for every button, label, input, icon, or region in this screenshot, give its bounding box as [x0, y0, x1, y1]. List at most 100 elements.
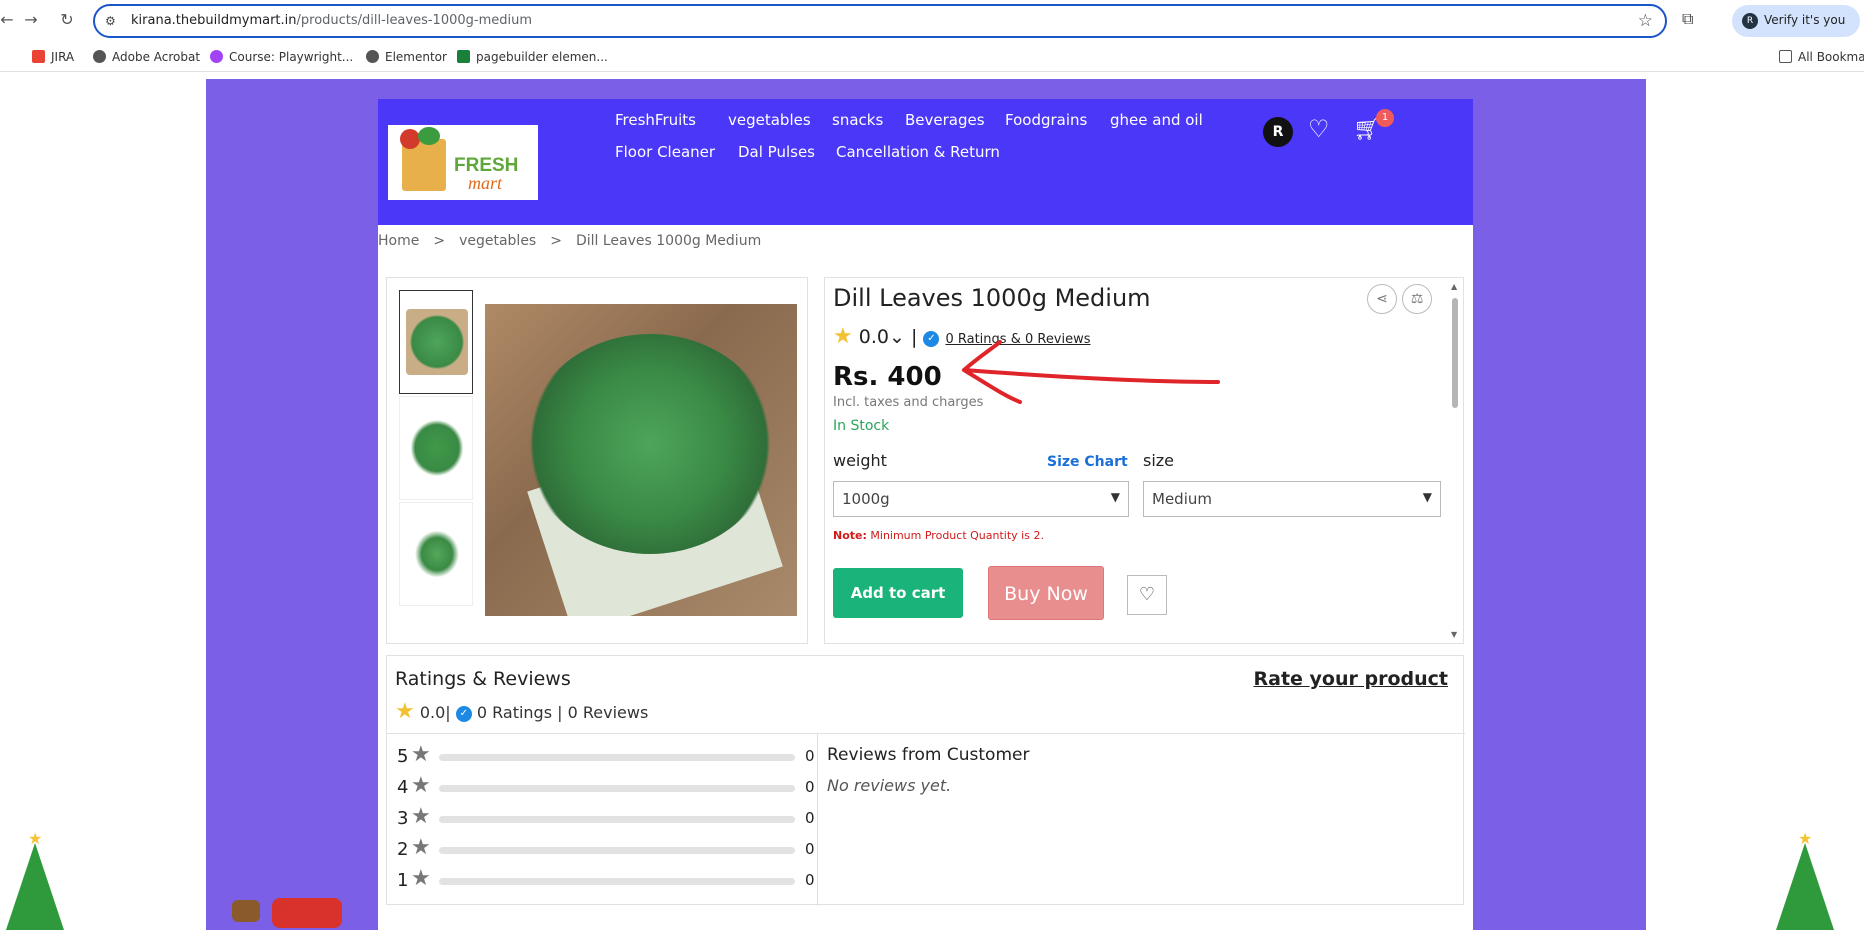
star-icon: ★: [395, 699, 415, 724]
course-icon: [210, 50, 223, 63]
profile-avatar: R: [1742, 13, 1758, 29]
min-quantity-note: Note: Minimum Product Quantity is 2.: [833, 529, 1044, 542]
star-icon: ★: [833, 324, 853, 349]
rating-count: 0: [805, 840, 815, 858]
forward-icon[interactable]: →: [20, 9, 42, 31]
gallery-thumbnail[interactable]: [399, 290, 473, 394]
bookmark-all[interactable]: All Bookmarks: [1779, 50, 1864, 64]
rating-bar-track: [439, 847, 795, 854]
breadcrumb-home[interactable]: Home: [378, 233, 419, 249]
rating-value: 0.0: [858, 326, 889, 348]
gallery-thumbnail[interactable]: [399, 396, 473, 500]
dill-thumbnail-image: [406, 309, 468, 375]
rating-bar-row: 4 ★ 0: [395, 773, 815, 799]
ratings-count: 0 Ratings | 0 Reviews: [476, 703, 649, 722]
product-info-panel: Dill Leaves 1000g Medium ⋖ ⚖ ★ 0.0⌄ | ✓ …: [824, 277, 1464, 644]
sheets-icon: [457, 50, 470, 63]
reindeer-graphic: [232, 900, 260, 922]
gallery-thumbnail[interactable]: [399, 502, 473, 606]
note-text: Minimum Product Quantity is 2.: [870, 529, 1044, 542]
nav-freshfruits[interactable]: FreshFruits: [615, 111, 696, 129]
chevron-down-icon: ▼: [1422, 490, 1432, 504]
back-icon[interactable]: ←: [0, 9, 18, 31]
bookmark-star-icon[interactable]: ☆: [1638, 11, 1653, 31]
tree-shape: [5, 843, 65, 930]
scroll-down-icon[interactable]: ▼: [1451, 630, 1457, 639]
divider: [817, 733, 818, 906]
panel-scrollbar[interactable]: ▲ ▼: [1450, 282, 1460, 639]
tree-shape: [1775, 843, 1835, 930]
verify-label: Verify it's you: [1764, 13, 1846, 27]
rating-count: 0: [805, 778, 815, 796]
scroll-up-icon[interactable]: ▲: [1451, 282, 1457, 291]
browser-toolbar: ← → ↻ ⚙ kirana.thebuildmymart.in/product…: [0, 0, 1864, 42]
nav-vegetables[interactable]: vegetables: [728, 111, 811, 129]
share-icon[interactable]: ⋖: [1367, 284, 1397, 314]
site-info-icon[interactable]: ⚙: [105, 14, 116, 28]
wishlist-heart-icon[interactable]: ♡: [1127, 575, 1167, 615]
size-select[interactable]: Medium ▼: [1143, 481, 1441, 517]
nav-snacks[interactable]: snacks: [832, 111, 883, 129]
store-logo[interactable]: FRESH mart: [388, 125, 538, 200]
nav-foodgrains[interactable]: Foodgrains: [1005, 111, 1087, 129]
folder-icon: [1779, 50, 1792, 63]
chevron-down-icon: ▼: [1110, 490, 1120, 504]
rating-count: 0: [805, 871, 815, 889]
verified-badge-icon: ✓: [923, 331, 940, 347]
bookmark-jira[interactable]: JIRA: [32, 50, 74, 64]
star-icon: ★: [411, 742, 431, 767]
dill-graphic: [525, 334, 775, 554]
breadcrumb-category[interactable]: vegetables: [459, 233, 536, 249]
nav-dal-pulses[interactable]: Dal Pulses: [738, 143, 815, 161]
rating-dropdown-icon[interactable]: ⌄: [889, 326, 905, 348]
product-main-image[interactable]: [485, 304, 797, 616]
rating-divider: |: [445, 703, 451, 722]
nav-ghee-and-oil[interactable]: ghee and oil: [1110, 111, 1203, 129]
bookmark-pagebuilder[interactable]: pagebuilder elemen...: [457, 50, 608, 64]
bookmark-adobe[interactable]: Adobe Acrobat: [93, 50, 200, 64]
no-reviews-message: No reviews yet.: [827, 776, 952, 795]
rating-count: 0: [805, 747, 815, 765]
nav-cancellation-return[interactable]: Cancellation & Return: [836, 143, 1000, 161]
wishlist-heart-icon[interactable]: ♡: [1308, 115, 1330, 143]
bookmark-elementor[interactable]: Elementor: [366, 50, 447, 64]
rating-bar-track: [439, 816, 795, 823]
gmail-icon: [32, 50, 45, 63]
rating-bar-row: 2 ★ 0: [395, 835, 815, 861]
bookmarks-bar: JIRA Adobe Acrobat Course: Playwright...…: [0, 44, 1864, 72]
size-label: size: [1143, 451, 1175, 470]
customer-reviews-title: Reviews from Customer: [827, 745, 1030, 765]
star-icon: ★: [411, 866, 431, 891]
rating-bar-row: 3 ★ 0: [395, 804, 815, 830]
globe-icon: [93, 50, 106, 63]
dill-thumbnail-image: [406, 415, 468, 481]
verify-identity-chip[interactable]: R Verify it's you: [1732, 5, 1860, 37]
weight-select[interactable]: 1000g ▼: [833, 481, 1129, 517]
logo-text-mart: mart: [468, 173, 503, 193]
weight-label: weight: [833, 451, 887, 470]
compare-icon[interactable]: ⚖: [1402, 284, 1432, 314]
rating-count: 0: [805, 809, 815, 827]
santa-sleigh-decoration: [232, 876, 352, 930]
extensions-icon[interactable]: ⧉: [1682, 9, 1693, 29]
add-to-cart-button[interactable]: Add to cart: [833, 568, 963, 618]
rating-bar-row: 1 ★ 0: [395, 866, 815, 892]
rate-product-link[interactable]: Rate your product: [1254, 668, 1448, 690]
scrollbar-thumb[interactable]: [1452, 298, 1458, 408]
buy-now-button[interactable]: Buy Now: [988, 566, 1104, 620]
nav-floor-cleaner[interactable]: Floor Cleaner: [615, 143, 715, 161]
user-avatar[interactable]: R: [1263, 117, 1293, 147]
address-bar[interactable]: ⚙ kirana.thebuildmymart.in/products/dill…: [93, 4, 1667, 38]
sleigh-graphic: [272, 898, 342, 928]
star-icon: ★: [411, 804, 431, 829]
size-chart-link[interactable]: Size Chart: [1047, 454, 1128, 470]
reload-icon[interactable]: ↻: [56, 9, 78, 31]
vegetable-graphic: [418, 127, 440, 145]
bookmark-course[interactable]: Course: Playwright...: [210, 50, 353, 64]
vegetable-graphic: [400, 129, 420, 149]
url-text[interactable]: kirana.thebuildmymart.in/products/dill-l…: [131, 13, 532, 28]
star-level: 3: [397, 808, 409, 829]
weight-select-value: 1000g: [842, 490, 890, 508]
nav-beverages[interactable]: Beverages: [905, 111, 985, 129]
rating-bar-track: [439, 754, 795, 761]
